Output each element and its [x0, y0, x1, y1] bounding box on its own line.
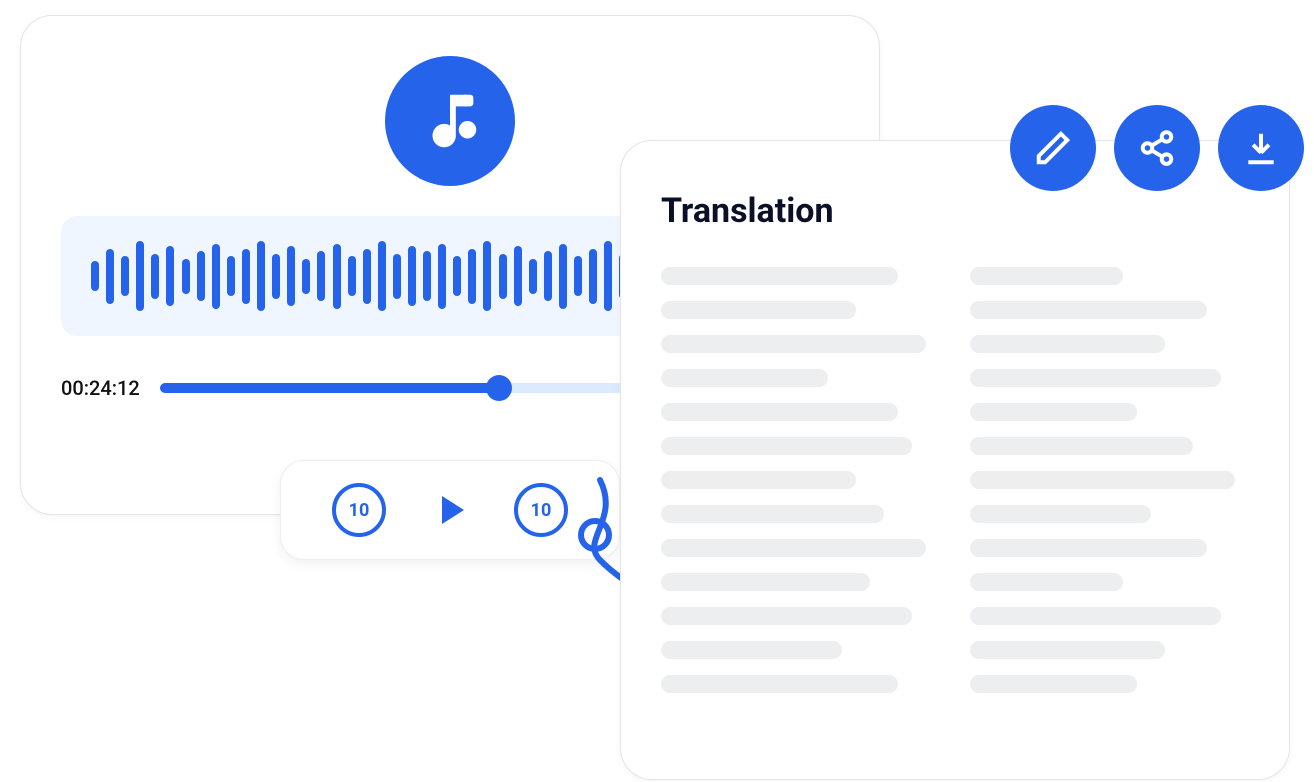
play-button[interactable]: [426, 486, 474, 534]
waveform-bar: [106, 249, 114, 304]
waveform-bar: [559, 244, 567, 309]
waveform-bar: [529, 259, 537, 294]
waveform-bar: [408, 246, 416, 306]
text-line-placeholder: [970, 335, 1165, 353]
text-line-placeholder: [970, 641, 1165, 659]
waveform-bar: [544, 251, 552, 301]
waveform-bar: [393, 254, 401, 299]
text-line-placeholder: [970, 471, 1235, 489]
text-line-placeholder: [970, 607, 1221, 625]
text-line-placeholder: [661, 471, 856, 489]
waveform-bar: [287, 246, 295, 306]
edit-button[interactable]: [1010, 105, 1096, 191]
waveform-bar: [227, 256, 235, 296]
waveform-bar: [423, 251, 431, 301]
waveform-bar: [453, 256, 461, 296]
waveform-bar: [212, 244, 220, 309]
waveform-bar: [378, 241, 386, 311]
text-line-placeholder: [661, 675, 898, 693]
waveform-bar: [438, 244, 446, 309]
waveform-bar: [514, 246, 522, 306]
pencil-icon: [1034, 129, 1072, 167]
waveform-bar: [317, 251, 325, 301]
waveform-bar: [272, 254, 280, 299]
text-line-placeholder: [661, 437, 912, 455]
waveform-bar: [151, 254, 159, 299]
text-line-placeholder: [661, 403, 898, 421]
waveform-bar: [483, 241, 491, 311]
text-line-placeholder: [661, 505, 884, 523]
text-line-placeholder: [970, 539, 1207, 557]
text-line-placeholder: [970, 267, 1123, 285]
waveform-bar: [348, 256, 356, 296]
text-line-placeholder: [661, 267, 898, 285]
skip-forward-label: 10: [531, 500, 552, 521]
skip-back-label: 10: [349, 500, 370, 521]
progress-fill: [160, 383, 500, 393]
waveform-bar: [468, 249, 476, 304]
translation-column-left: [661, 267, 940, 693]
download-icon: [1242, 129, 1280, 167]
waveform-bar: [574, 256, 582, 296]
waveform-bar: [333, 244, 341, 309]
text-line-placeholder: [661, 607, 912, 625]
waveform-bar: [121, 256, 129, 296]
waveform-bar: [197, 251, 205, 301]
translation-card: Translation: [620, 140, 1290, 780]
text-line-placeholder: [661, 369, 828, 387]
waveform-bar: [91, 261, 99, 291]
translation-column-right: [970, 267, 1249, 693]
text-line-placeholder: [661, 641, 842, 659]
waveform-bar: [363, 249, 371, 304]
text-line-placeholder: [661, 335, 926, 353]
text-line-placeholder: [970, 573, 1123, 591]
share-icon: [1138, 129, 1176, 167]
waveform-bar: [166, 246, 174, 306]
playback-controls: 10 10: [280, 460, 620, 560]
music-icon: [385, 56, 515, 186]
skip-back-button[interactable]: 10: [332, 483, 386, 537]
download-button[interactable]: [1218, 105, 1304, 191]
progress-thumb[interactable]: [486, 375, 512, 401]
text-line-placeholder: [970, 675, 1137, 693]
waveform-bar: [182, 259, 190, 294]
text-line-placeholder: [970, 301, 1207, 319]
text-line-placeholder: [970, 403, 1137, 421]
translation-title: Translation: [661, 191, 1249, 231]
text-line-placeholder: [661, 301, 856, 319]
time-label: 00:24:12: [61, 376, 140, 400]
waveform-bar: [136, 241, 144, 311]
waveform-bar: [257, 241, 265, 311]
waveform-bar: [499, 254, 507, 299]
waveform-bar: [242, 249, 250, 304]
text-line-placeholder: [661, 573, 870, 591]
translation-columns: [661, 267, 1249, 693]
waveform-bar: [302, 259, 310, 294]
action-buttons-row: [1010, 105, 1304, 191]
text-line-placeholder: [970, 437, 1193, 455]
share-button[interactable]: [1114, 105, 1200, 191]
text-line-placeholder: [970, 505, 1151, 523]
waveform-bar: [604, 241, 612, 311]
waveform-bar: [589, 249, 597, 304]
text-line-placeholder: [661, 539, 926, 557]
skip-forward-button[interactable]: 10: [514, 483, 568, 537]
text-line-placeholder: [970, 369, 1221, 387]
